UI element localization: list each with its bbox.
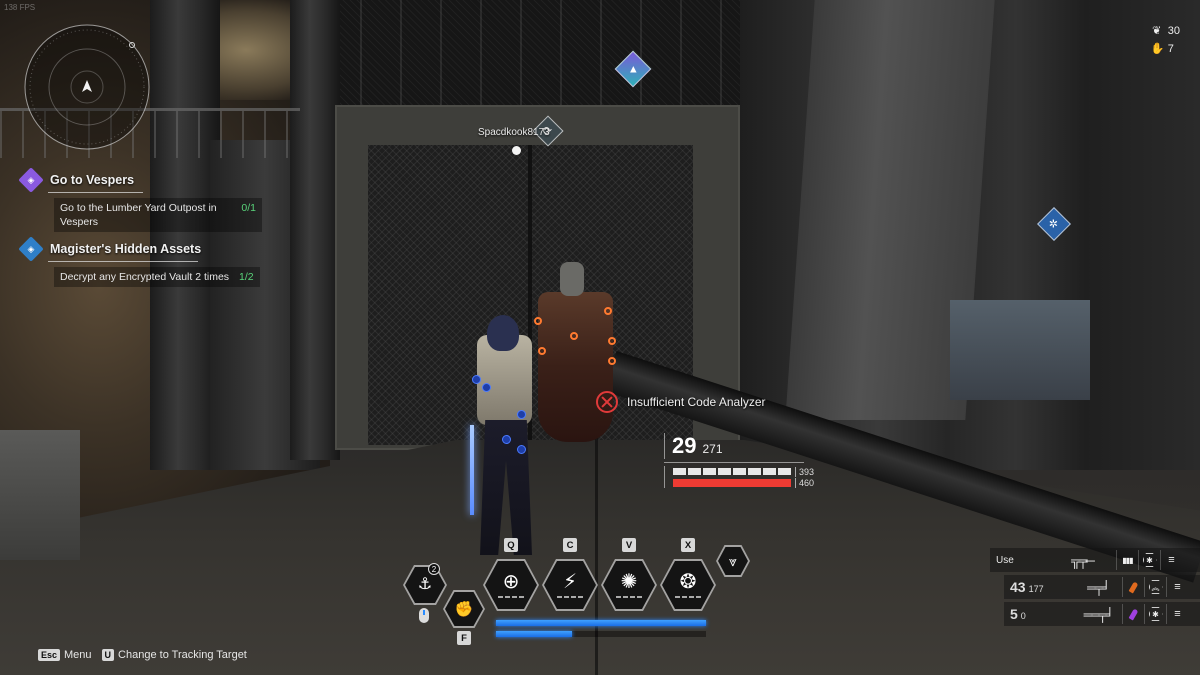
north-arrow-icon xyxy=(82,80,92,92)
divider xyxy=(48,261,198,262)
grapple-hook-icon: ⚓ xyxy=(417,576,433,593)
player-character xyxy=(462,295,552,560)
ammo-type-icon xyxy=(1122,577,1144,597)
shield-value: 393 xyxy=(795,466,814,477)
player-nameplate: Spacdkook8173 xyxy=(478,127,550,138)
module-icon: ✱ xyxy=(1144,604,1166,624)
quest-item[interactable]: ◈ Go to Vespers Go to the Lumber Yard Ou… xyxy=(18,167,262,232)
quest-progress: 1/2 xyxy=(239,271,254,283)
shield-bar xyxy=(673,468,791,475)
hp-bar-fill xyxy=(673,478,791,487)
key-hints: Esc Menu U Change to Tracking Target xyxy=(38,649,247,661)
ammo-count: 50 xyxy=(1010,606,1026,622)
shield-segment xyxy=(778,468,791,475)
crosshair-shield-icon: ⊕ xyxy=(502,571,520,593)
shield-segment xyxy=(688,468,701,475)
side-quest-icon: ◈ xyxy=(18,236,44,262)
level-value: 29 xyxy=(672,433,697,458)
shotgun-icon: ═╤╛ xyxy=(1087,579,1111,595)
skill-key: X xyxy=(681,538,695,552)
quest-title: Magister's Hidden Assets xyxy=(50,242,202,256)
hp-bar xyxy=(673,478,791,487)
transcend-wing-icon: ⩔ xyxy=(729,553,737,569)
hp-value: 460 xyxy=(795,477,814,488)
mp-bar-fill xyxy=(496,620,706,626)
melee-key: F xyxy=(457,631,471,645)
divider xyxy=(664,462,804,463)
fist-icon: ✊ xyxy=(454,600,474,618)
use-label: Use xyxy=(996,554,1014,566)
skill-key: C xyxy=(563,538,577,552)
shield-segment xyxy=(703,468,716,475)
hand-counter: ✋ 7 xyxy=(1151,40,1180,58)
shield-segment xyxy=(718,468,731,475)
crate xyxy=(0,430,80,560)
skill-slot-x[interactable]: ❂ xyxy=(660,559,716,611)
player-marker-icon xyxy=(512,146,521,155)
crest-icon: ❦ xyxy=(1152,25,1162,37)
pillar xyxy=(290,0,340,460)
mp-bar xyxy=(496,620,706,626)
shield-segment xyxy=(748,468,761,475)
interaction-notice: Insufficient Code Analyzer xyxy=(596,391,766,413)
ultimate-burst-icon: ❂ xyxy=(679,571,697,593)
quest-item[interactable]: ◈ Magister's Hidden Assets Decrypt any E… xyxy=(18,236,262,287)
mouse-icon xyxy=(419,608,429,623)
quest-tracker: ◈ Go to Vespers Go to the Lumber Yard Ou… xyxy=(18,167,262,294)
crest-counter: ❦ 30 xyxy=(1151,22,1180,40)
rifle-icon: ══╤╛ xyxy=(1083,606,1115,622)
minimap[interactable] xyxy=(22,22,152,152)
hand-icon: ✋ xyxy=(1150,43,1165,55)
launcher-icon: ╦╤─ xyxy=(1071,552,1095,568)
key-esc: Esc xyxy=(38,649,61,661)
menu-hint[interactable]: Esc Menu xyxy=(38,649,92,661)
quest-objective: Decrypt any Encrypted Vault 2 times 1/2 xyxy=(54,267,260,287)
lightning-heal-icon: ⚡ xyxy=(562,571,578,593)
skill-slot-c[interactable]: ⚡ xyxy=(542,559,598,611)
fps-counter: 138 FPS xyxy=(4,3,36,12)
shield-segment xyxy=(673,468,686,475)
level-sub-value: 271 xyxy=(702,442,723,456)
ammo-type-icon xyxy=(1122,604,1144,624)
weapon-panel: Use ╦╤─ ▮▮▮ ✱ ≡ 43 177 ═╤╛ ︽ ≡ 50 ══╤╛ ✱ … xyxy=(990,548,1200,629)
skill-bar: ⚓ 2 ✊ F Q ⊕ C ⚡ V ✺ X ❂ ⩔ xyxy=(400,535,760,645)
quest-objective: Go to the Lumber Yard Outpost in Vespers… xyxy=(54,198,262,232)
notice-text: Insufficient Code Analyzer xyxy=(627,395,766,409)
grapple-charges: 2 xyxy=(428,563,440,575)
upper-grate xyxy=(320,0,760,105)
main-quest-icon: ◈ xyxy=(18,167,44,193)
quest-title: Go to Vespers xyxy=(50,173,135,187)
player-status: 29 271 393 460 xyxy=(664,433,816,488)
shield-segment xyxy=(733,468,746,475)
skill-slot-v[interactable]: ✺ xyxy=(601,559,657,611)
skill-key: V xyxy=(622,538,636,552)
menu-lines-icon[interactable]: ≡ xyxy=(1166,577,1188,597)
blocked-icon xyxy=(596,391,618,413)
menu-lines-icon[interactable]: ≡ xyxy=(1166,604,1188,624)
sub-resource-bar-fill xyxy=(496,631,572,637)
resource-counters: ❦ 30 ✋ 7 xyxy=(1151,22,1180,58)
module-icon: ✱ xyxy=(1138,550,1160,570)
shield-segment xyxy=(763,468,776,475)
menu-lines-icon[interactable]: ≡ xyxy=(1160,550,1182,570)
quest-progress: 0/1 xyxy=(241,202,256,214)
key-u: U xyxy=(101,649,115,661)
sub-resource-bar xyxy=(496,631,706,637)
use-slot[interactable]: Use ╦╤─ ▮▮▮ ✱ ≡ xyxy=(990,548,1200,572)
machinery-box xyxy=(950,300,1090,400)
tracking-target-hint[interactable]: U Change to Tracking Target xyxy=(101,649,247,661)
rank-chevron-icon: ︽ xyxy=(1144,577,1166,597)
weapon-slot[interactable]: 50 ══╤╛ ✱ ≡ xyxy=(1004,602,1200,626)
ammo-box-icon: ▮▮▮ xyxy=(1116,550,1138,570)
melee-skill[interactable]: ✊ xyxy=(443,590,485,628)
ammo-count: 43 177 xyxy=(1010,579,1044,595)
grapple-skill[interactable]: ⚓ xyxy=(403,565,447,605)
weapon-slot[interactable]: 43 177 ═╤╛ ︽ ≡ xyxy=(1004,575,1200,599)
divider xyxy=(48,192,143,193)
skill-key: Q xyxy=(504,538,518,552)
transcend-skill[interactable]: ⩔ xyxy=(716,545,750,577)
skill-slot-q[interactable]: ⊕ xyxy=(483,559,539,611)
spiked-orb-icon: ✺ xyxy=(620,571,638,593)
